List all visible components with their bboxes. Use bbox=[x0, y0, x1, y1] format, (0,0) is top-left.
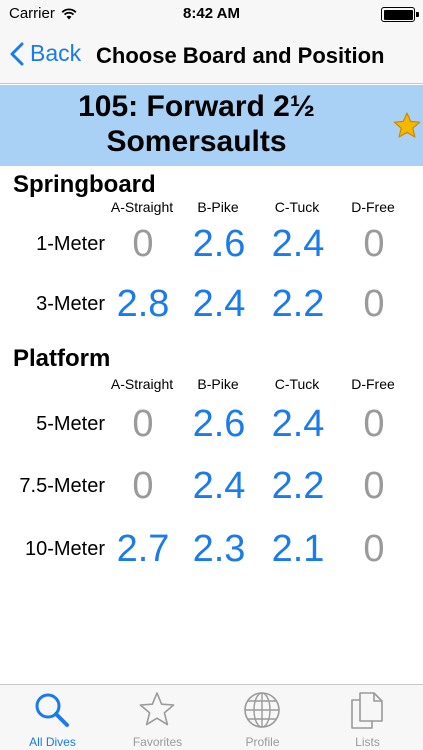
column-header-c-tuck: C-Tuck bbox=[274, 376, 320, 392]
dd-value-7-5m-b[interactable]: 2.4 bbox=[181, 464, 257, 508]
dd-value-1m-c[interactable]: 2.4 bbox=[260, 222, 336, 266]
row-label-1-meter: 1-Meter bbox=[36, 233, 105, 255]
column-header-c-tuck: C-Tuck bbox=[274, 199, 320, 215]
dd-value-1m-b[interactable]: 2.6 bbox=[181, 222, 257, 266]
dd-value-5m-c[interactable]: 2.4 bbox=[260, 402, 336, 446]
column-header-b-pike: B-Pike bbox=[197, 199, 239, 215]
dive-banner: 105: Forward 2½ Somersaults bbox=[0, 85, 423, 166]
dd-value-7-5m-d: 0 bbox=[363, 465, 385, 507]
star-icon bbox=[139, 692, 175, 726]
globe-icon bbox=[244, 692, 280, 728]
documents-icon bbox=[351, 692, 383, 729]
dd-value-1m-d: 0 bbox=[363, 223, 385, 265]
tab-label-favorites: Favorites bbox=[132, 735, 183, 749]
tab-label-lists: Lists bbox=[355, 735, 380, 749]
status-time: 8:42 AM bbox=[183, 5, 240, 22]
dive-title: 105: Forward 2½ Somersaults bbox=[0, 89, 393, 159]
tab-lists[interactable]: Lists bbox=[315, 685, 420, 750]
dd-value-1m-a: 0 bbox=[132, 223, 154, 265]
dd-value-10m-b[interactable]: 2.3 bbox=[181, 527, 257, 571]
dd-value-7-5m-c[interactable]: 2.2 bbox=[260, 464, 336, 508]
dd-value-10m-d: 0 bbox=[363, 528, 385, 570]
tab-favorites[interactable]: Favorites bbox=[105, 685, 210, 750]
page-title: Choose Board and Position bbox=[96, 43, 385, 68]
tab-all-dives[interactable]: All Dives bbox=[0, 685, 105, 750]
tab-label-profile: Profile bbox=[245, 735, 280, 749]
springboard-section-title: Springboard bbox=[13, 171, 156, 198]
dd-value-5m-d: 0 bbox=[363, 403, 385, 445]
dd-value-10m-a[interactable]: 2.7 bbox=[105, 527, 181, 571]
dd-value-3m-d: 0 bbox=[363, 283, 385, 325]
dive-title-line1: 105: Forward 2½ bbox=[78, 90, 315, 123]
column-header-d-free: D-Free bbox=[351, 376, 395, 392]
row-label-3-meter: 3-Meter bbox=[36, 293, 105, 315]
dive-title-line2: Somersaults bbox=[106, 125, 287, 158]
column-header-a-straight: A-Straight bbox=[110, 199, 174, 215]
back-button-label: Back bbox=[30, 40, 82, 66]
platform-section-title: Platform bbox=[13, 345, 111, 372]
status-bar: Carrier 8:42 AM bbox=[0, 0, 423, 28]
navigation-bar: Back Choose Board and Position bbox=[0, 28, 423, 84]
dd-value-10m-c[interactable]: 2.1 bbox=[260, 527, 336, 571]
dd-value-3m-b[interactable]: 2.4 bbox=[181, 282, 257, 326]
column-header-d-free: D-Free bbox=[351, 199, 395, 215]
dd-value-5m-b[interactable]: 2.6 bbox=[181, 402, 257, 446]
chevron-left-icon bbox=[10, 42, 24, 65]
search-icon bbox=[35, 693, 69, 727]
row-label-10-meter: 10-Meter bbox=[24, 538, 105, 560]
favorite-star-icon[interactable] bbox=[392, 111, 422, 141]
back-button[interactable]: Back bbox=[10, 40, 81, 67]
dd-value-3m-a[interactable]: 2.8 bbox=[105, 282, 181, 326]
dd-value-5m-a: 0 bbox=[132, 403, 154, 445]
dd-value-3m-c[interactable]: 2.2 bbox=[260, 282, 336, 326]
column-header-a-straight: A-Straight bbox=[110, 376, 174, 392]
row-label-5-meter: 5-Meter bbox=[36, 413, 105, 435]
dd-value-7-5m-a: 0 bbox=[132, 465, 154, 507]
tab-bar: All Dives Favorites Profile Lists bbox=[0, 684, 423, 750]
column-header-b-pike: B-Pike bbox=[197, 376, 239, 392]
tab-label-all-dives: All Dives bbox=[29, 735, 76, 749]
tab-profile[interactable]: Profile bbox=[210, 685, 315, 750]
row-label-7-5-meter: 7.5-Meter bbox=[19, 475, 105, 497]
battery-icon bbox=[381, 7, 419, 22]
